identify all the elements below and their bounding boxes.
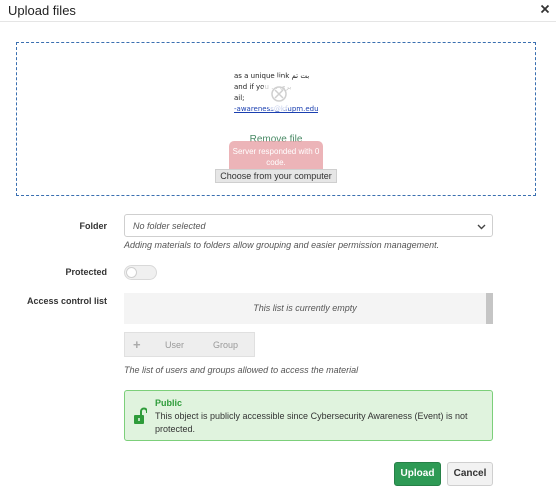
cancel-button[interactable]: Cancel — [447, 462, 493, 486]
dialog-title: Upload files — [8, 3, 76, 18]
add-group-button[interactable]: Group — [213, 340, 238, 350]
acl-label: Access control list — [26, 296, 107, 306]
unlock-icon — [134, 407, 147, 424]
close-icon[interactable] — [540, 4, 550, 14]
acl-add-buttons: + User Group — [124, 332, 255, 357]
public-notice: Public This object is publicly accessibl… — [124, 390, 493, 441]
acl-help-text: The list of users and groups allowed to … — [124, 365, 359, 375]
dialog-header: Upload files — [0, 0, 556, 22]
protected-label: Protected — [65, 267, 107, 277]
folder-label: Folder — [79, 221, 107, 231]
chevron-down-icon — [477, 224, 486, 230]
public-notice-title: Public — [155, 398, 183, 408]
choose-file-button[interactable]: Choose from your computer — [215, 169, 337, 183]
upload-button[interactable]: Upload — [394, 462, 441, 486]
protected-toggle[interactable] — [124, 265, 157, 280]
acl-list: This list is currently empty — [124, 293, 493, 324]
public-notice-text: This object is publicly accessible since… — [155, 411, 468, 434]
plus-icon: + — [133, 337, 141, 352]
folder-select-value: No folder selected — [133, 221, 206, 231]
acl-empty-message: This list is currently empty — [253, 303, 357, 313]
folder-select[interactable]: No folder selected — [124, 214, 493, 237]
add-user-button[interactable]: User — [165, 340, 184, 350]
file-dropzone[interactable]: as a unique link ﺑﺖ ﺗﻢ and if you ... ﺑﺮ… — [16, 42, 536, 196]
toggle-knob — [126, 267, 137, 278]
error-cross-icon — [271, 86, 287, 102]
folder-help-text: Adding materials to folders allow groupi… — [124, 240, 440, 250]
acl-scrollbar[interactable] — [486, 293, 493, 324]
file-thumbnail: as a unique link ﺑﺖ ﺗﻢ and if you ... ﺑﺮ… — [234, 71, 318, 123]
